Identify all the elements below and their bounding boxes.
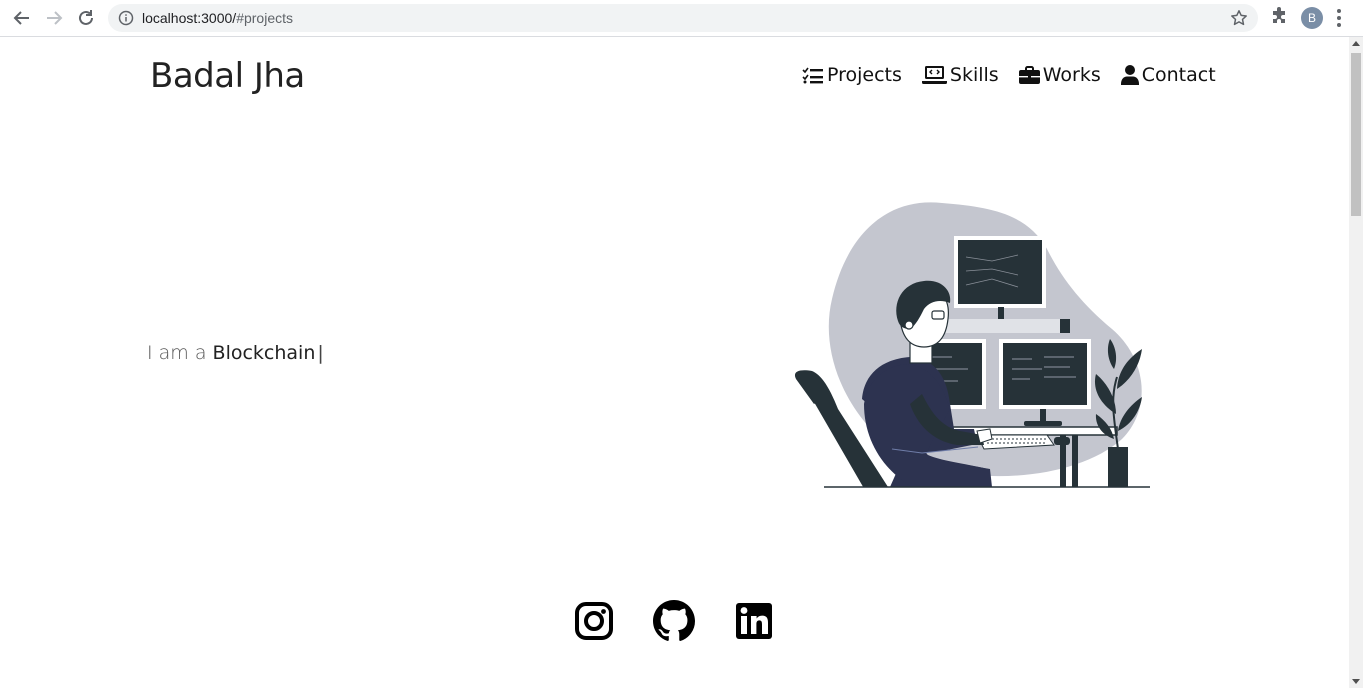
github-link[interactable] bbox=[653, 600, 695, 642]
page-scrollbar[interactable] bbox=[1349, 37, 1363, 688]
nav-skills-label: Skills bbox=[949, 64, 999, 86]
nav-works[interactable]: Works bbox=[1018, 64, 1101, 86]
nav-projects[interactable]: Projects bbox=[802, 64, 902, 86]
linkedin-link[interactable] bbox=[733, 600, 775, 642]
profile-avatar[interactable]: B bbox=[1301, 7, 1323, 29]
briefcase-icon bbox=[1018, 66, 1040, 84]
reload-icon bbox=[79, 10, 93, 25]
main-nav: Projects Skills Works Contact bbox=[802, 64, 1216, 86]
nav-works-label: Works bbox=[1042, 64, 1101, 86]
nav-contact[interactable]: Contact bbox=[1120, 64, 1216, 86]
tasks-icon bbox=[802, 67, 823, 84]
scroll-down-arrow-icon[interactable] bbox=[1352, 679, 1360, 684]
bookmark-star-icon[interactable] bbox=[1230, 9, 1248, 31]
developer-illustration bbox=[794, 202, 1150, 488]
hero-typed-text: I am a Blockchain | bbox=[147, 342, 324, 364]
instagram-link[interactable] bbox=[573, 600, 615, 642]
page-content: Badal Jha Projects Skills Works Contact … bbox=[0, 37, 1349, 688]
laptop-code-icon bbox=[921, 66, 947, 84]
url-host: localhost:3000/ bbox=[142, 10, 237, 26]
scroll-up-arrow-icon[interactable] bbox=[1352, 41, 1360, 46]
forward-button[interactable] bbox=[42, 6, 66, 30]
social-links bbox=[573, 600, 775, 642]
user-icon bbox=[1120, 65, 1139, 85]
extensions-puzzle-icon[interactable] bbox=[1269, 7, 1289, 31]
brand-title[interactable]: Badal Jha bbox=[150, 56, 305, 96]
typing-cursor: | bbox=[317, 342, 324, 364]
address-bar[interactable]: localhost:3000/#projects bbox=[108, 4, 1258, 32]
instagram-icon bbox=[575, 602, 613, 640]
nav-contact-label: Contact bbox=[1141, 64, 1216, 86]
linkedin-icon bbox=[736, 603, 772, 639]
info-icon[interactable] bbox=[118, 10, 134, 30]
back-arrow-icon bbox=[13, 11, 29, 25]
kebab-menu-icon[interactable] bbox=[1336, 8, 1342, 32]
url-text: localhost:3000/#projects bbox=[142, 10, 293, 26]
hero-prefix: I am a bbox=[147, 342, 207, 364]
forward-arrow-icon bbox=[47, 11, 63, 25]
hero-typed-word: Blockchain bbox=[212, 342, 316, 364]
reload-button[interactable] bbox=[74, 6, 98, 30]
nav-projects-label: Projects bbox=[827, 64, 902, 86]
github-icon bbox=[653, 600, 695, 641]
scrollbar-thumb[interactable] bbox=[1351, 53, 1361, 216]
nav-skills[interactable]: Skills bbox=[921, 64, 999, 86]
url-path: #projects bbox=[236, 10, 293, 26]
back-button[interactable] bbox=[10, 6, 34, 30]
browser-toolbar: localhost:3000/#projects B bbox=[0, 0, 1363, 37]
